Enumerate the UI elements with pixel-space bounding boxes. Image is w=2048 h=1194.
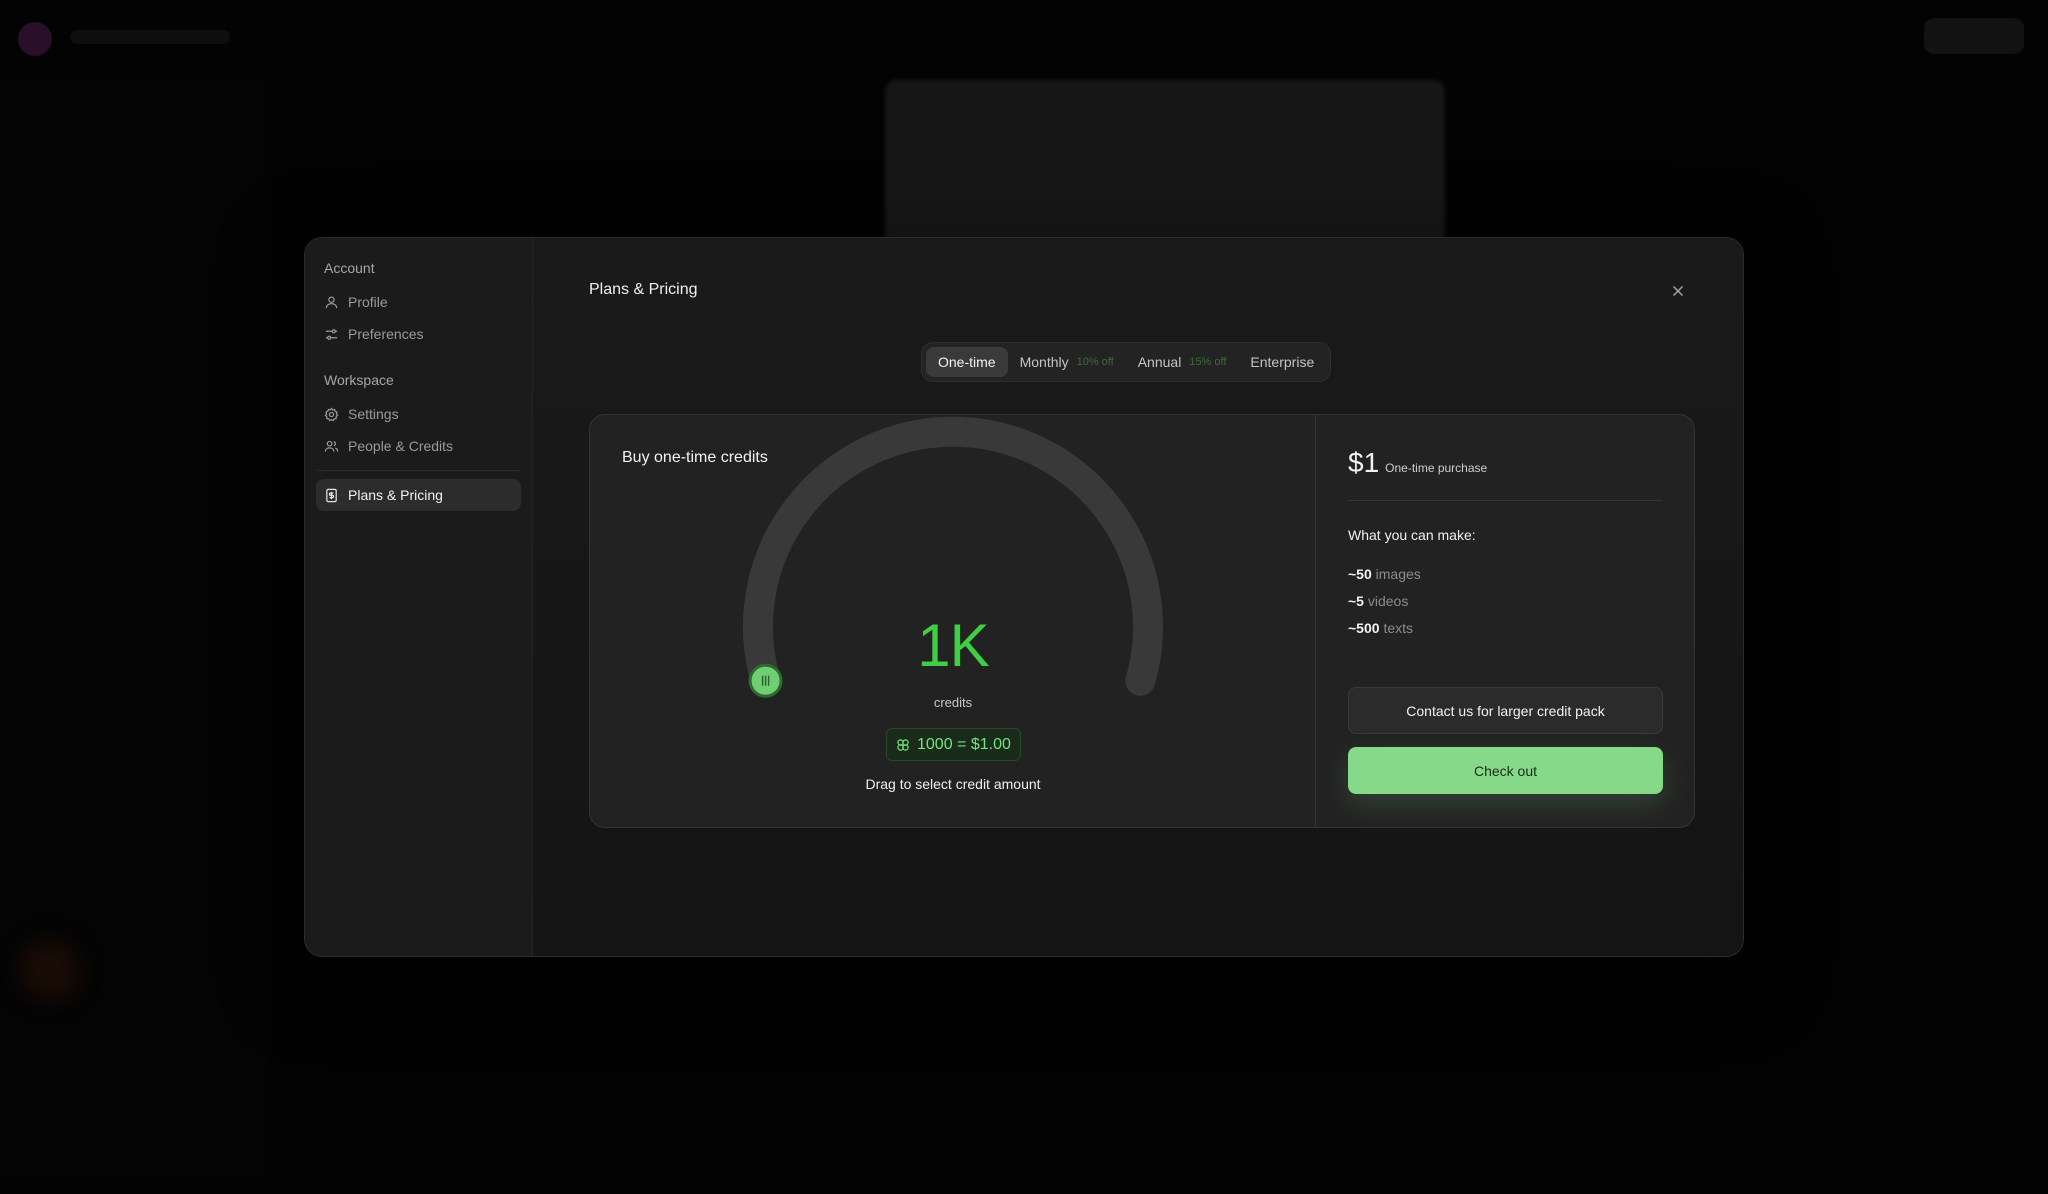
credit-selector: Buy one-time credits 1K credits 1000 = $… (590, 415, 1316, 827)
divider (1348, 500, 1662, 501)
sliders-icon (325, 328, 338, 340)
plans-pricing-panel: Plans & Pricing One-time Monthly 10% off… (533, 238, 1743, 956)
tab-label: Annual (1137, 354, 1182, 370)
sidebar-item-label: Profile (348, 294, 388, 310)
price-row: $1 One-time purchase (1348, 447, 1487, 479)
background-title (70, 30, 230, 44)
close-button[interactable] (1665, 278, 1691, 304)
list-item: ~500 texts (1348, 615, 1421, 642)
item-amount: ~500 (1348, 620, 1380, 636)
price: $1 (1348, 447, 1380, 478)
background-thumbnail (885, 80, 1445, 260)
make-title: What you can make: (1348, 527, 1476, 543)
price-note: One-time purchase (1385, 461, 1488, 475)
tab-enterprise[interactable]: Enterprise (1238, 347, 1326, 377)
sidebar-item-people-credits[interactable]: People & Credits (316, 430, 521, 462)
discount-badge: 10% off (1076, 356, 1114, 368)
users-icon (324, 440, 339, 452)
page-title: Plans & Pricing (589, 281, 698, 298)
settings-sidebar: Account Profile Preferences Workspace Se… (305, 238, 533, 956)
gear-icon (324, 406, 339, 421)
credits-icon (897, 738, 909, 751)
background-glow (20, 940, 80, 1000)
rate-text: 1000 = $1.00 (917, 735, 1011, 753)
close-icon (1672, 285, 1684, 297)
item-amount: ~5 (1348, 593, 1364, 609)
item-unit: texts (1383, 620, 1414, 636)
sidebar-item-label: Preferences (348, 326, 424, 342)
item-unit: videos (1367, 593, 1409, 609)
credit-unit: credits (933, 695, 973, 710)
list-item: ~5 videos (1348, 588, 1421, 615)
background-logo (18, 22, 52, 56)
credit-amount: 1K (917, 612, 989, 679)
item-unit: images (1375, 566, 1421, 582)
receipt-icon (326, 488, 337, 502)
sidebar-item-label: Plans & Pricing (348, 487, 443, 503)
checkout-button[interactable]: Check out (1348, 747, 1663, 794)
pricing-card: Buy one-time credits 1K credits 1000 = $… (589, 414, 1695, 828)
sidebar-item-label: Settings (348, 406, 399, 422)
tab-label: Enterprise (1250, 354, 1315, 370)
rate-badge: 1000 = $1.00 (886, 728, 1021, 761)
sidebar-item-preferences[interactable]: Preferences (316, 318, 521, 350)
tab-one-time[interactable]: One-time (926, 347, 1008, 377)
user-icon (325, 295, 338, 308)
background-sidebar (0, 80, 270, 1180)
list-item: ~50 images (1348, 561, 1421, 588)
billing-tabs: One-time Monthly 10% off Annual 15% off … (921, 342, 1332, 382)
contact-button[interactable]: Contact us for larger credit pack (1348, 687, 1663, 734)
item-amount: ~50 (1348, 566, 1372, 582)
sidebar-item-settings[interactable]: Settings (316, 398, 521, 430)
tab-label: Monthly (1019, 354, 1069, 370)
make-list: ~50 images ~5 videos ~500 texts (1348, 561, 1421, 642)
tab-annual[interactable]: Annual 15% off (1126, 347, 1239, 377)
drag-hint: Drag to select credit amount (865, 776, 1041, 792)
discount-badge: 15% off (1189, 356, 1227, 368)
tab-monthly[interactable]: Monthly 10% off (1008, 347, 1126, 377)
sidebar-divider (316, 470, 521, 471)
tab-label: One-time (938, 354, 996, 370)
sidebar-item-plans-pricing[interactable]: Plans & Pricing (316, 479, 521, 511)
sidebar-item-profile[interactable]: Profile (316, 286, 521, 318)
account-heading: Account (324, 260, 375, 276)
settings-modal: Account Profile Preferences Workspace Se… (304, 237, 1744, 957)
purchase-summary: $1 One-time purchase What you can make: … (1316, 415, 1694, 827)
workspace-heading: Workspace (324, 372, 394, 388)
background-button (1924, 18, 2024, 54)
sidebar-item-label: People & Credits (348, 438, 454, 454)
